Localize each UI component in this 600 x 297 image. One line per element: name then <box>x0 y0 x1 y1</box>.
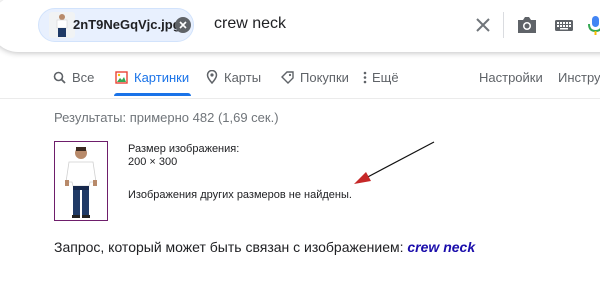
search-image-chip[interactable]: 2nT9NeGqVjc.jpg <box>38 8 194 42</box>
tab-images[interactable]: Картинки <box>115 60 189 94</box>
chip-close-icon[interactable] <box>175 17 191 33</box>
related-search-prefix: Запрос, который может быть связан с изоб… <box>54 239 404 255</box>
chip-thumbnail <box>49 12 75 38</box>
map-pin-icon <box>206 70 218 84</box>
result-thumbnail[interactable] <box>54 141 108 221</box>
tab-more[interactable]: Ещё <box>363 60 399 94</box>
tab-label: Все <box>72 69 95 85</box>
tab-label: Покупки <box>300 69 349 85</box>
result-stats: Результаты: примерно 482 (1,69 сек.) <box>54 110 279 125</box>
no-other-sizes-text: Изображения других размеров не найдены. <box>128 189 352 201</box>
chip-filename: 2nT9NeGqVjc.jpg <box>73 17 181 32</box>
tools-label: Инстру <box>558 69 600 85</box>
more-vert-icon <box>363 71 367 83</box>
mic-icon[interactable] <box>587 14 600 36</box>
related-search-link[interactable]: crew neck <box>407 239 475 255</box>
search-query-text[interactable]: crew neck <box>214 15 286 33</box>
tab-all[interactable]: Все <box>53 60 94 94</box>
settings-label: Настройки <box>479 69 543 85</box>
tab-label: Карты <box>224 69 262 85</box>
image-icon <box>115 70 128 84</box>
related-search: Запрос, который может быть связан с изоб… <box>54 239 475 255</box>
tab-label: Картинки <box>134 69 190 85</box>
tab-label: Ещё <box>372 69 399 85</box>
search-tabs: Все Картинки Карты Покупки Ещё Настройки <box>0 60 600 98</box>
keyboard-icon[interactable] <box>554 15 574 35</box>
tools-link[interactable]: Инстру <box>558 60 600 94</box>
camera-icon[interactable] <box>516 14 538 36</box>
clear-icon[interactable] <box>474 16 492 34</box>
settings-link[interactable]: Настройки <box>479 60 543 94</box>
tag-icon <box>281 70 294 84</box>
tab-shopping[interactable]: Покупки <box>281 60 349 94</box>
tabs-divider <box>0 98 600 99</box>
tab-maps[interactable]: Карты <box>206 60 261 94</box>
active-tab-indicator <box>114 93 191 96</box>
image-size-value: 200 × 300 <box>128 156 178 168</box>
search-divider <box>503 12 504 38</box>
search-icon <box>53 71 66 84</box>
image-size-label: Размер изображения: <box>128 143 240 155</box>
